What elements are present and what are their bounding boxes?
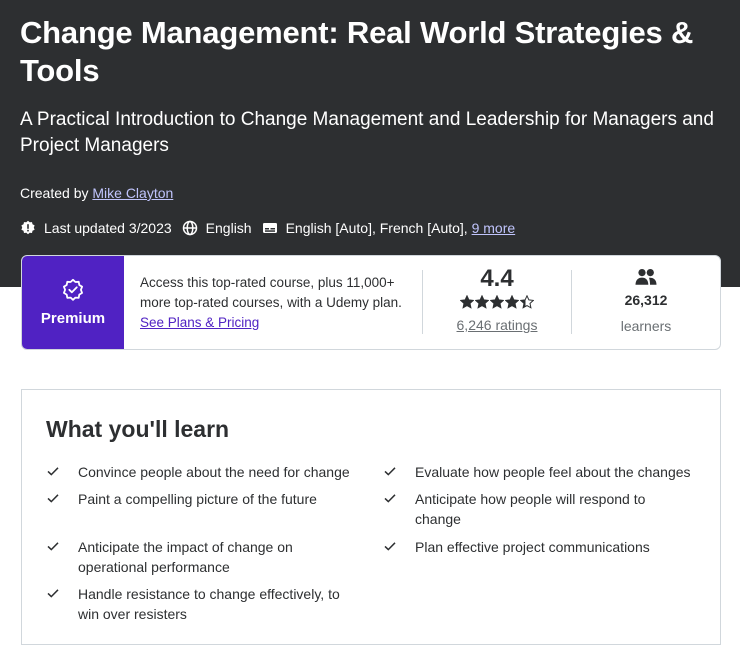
list-item: Anticipate how people will respond to ch… bbox=[383, 490, 683, 529]
globe-icon bbox=[182, 220, 197, 236]
check-icon bbox=[46, 490, 78, 511]
ratings-count-link[interactable]: 6,246 ratings bbox=[457, 317, 538, 333]
list-item: Handle resistance to change effectively,… bbox=[46, 585, 356, 624]
premium-badge: Premium bbox=[22, 256, 124, 349]
star-icon bbox=[519, 295, 534, 309]
language: English bbox=[182, 219, 252, 237]
list-item-text: Handle resistance to change effectively,… bbox=[78, 586, 340, 622]
premium-badge-icon bbox=[63, 278, 83, 301]
premium-plan-card: Premium Access this top-rated course, pl… bbox=[21, 255, 721, 350]
list-item-text: Plan effective project communications bbox=[415, 539, 650, 555]
star-icon bbox=[489, 295, 504, 309]
captions: English [Auto], French [Auto], 9 more bbox=[262, 219, 516, 237]
check-icon bbox=[46, 585, 78, 624]
list-item: Paint a compelling picture of the future bbox=[46, 490, 356, 511]
star-icon bbox=[504, 295, 519, 309]
list-item-text: Anticipate how people will respond to ch… bbox=[415, 491, 646, 527]
list-item-text: Paint a compelling picture of the future bbox=[78, 491, 317, 507]
list-item: Anticipate the impact of change on opera… bbox=[46, 538, 346, 577]
course-title: Change Management: Real World Strategies… bbox=[20, 15, 694, 88]
list-item-text: Anticipate the impact of change on opera… bbox=[78, 539, 293, 575]
learners-label: learners bbox=[620, 318, 672, 334]
check-icon bbox=[46, 463, 78, 484]
created-by-label: Created by bbox=[20, 185, 89, 201]
last-updated-text: Last updated 3/2023 bbox=[44, 220, 172, 236]
list-item: Evaluate how people feel about the chang… bbox=[383, 463, 703, 484]
users-icon bbox=[635, 269, 657, 285]
course-hero: Change Management: Real World Strategies… bbox=[0, 0, 740, 287]
premium-label: Premium bbox=[40, 310, 106, 327]
list-item-text: Convince people about the need for chang… bbox=[78, 464, 350, 480]
alert-badge-icon bbox=[21, 220, 35, 235]
captions-text: English [Auto], French [Auto], bbox=[285, 220, 468, 236]
learners-summary: 26,312 learners bbox=[572, 256, 720, 349]
list-item: Convince people about the need for chang… bbox=[46, 463, 356, 484]
star-icon bbox=[474, 295, 489, 309]
star-icon bbox=[459, 295, 474, 309]
instructor-link[interactable]: Mike Clayton bbox=[92, 185, 173, 201]
learners-count: 26,312 bbox=[624, 292, 668, 308]
check-icon bbox=[383, 538, 415, 559]
plan-description: Access this top-rated course, plus 11,00… bbox=[124, 256, 422, 349]
rating-stars bbox=[459, 295, 535, 309]
rating-summary: 4.4 6,246 ratings bbox=[423, 256, 571, 349]
check-icon bbox=[46, 538, 78, 577]
list-item: Plan effective project communications bbox=[383, 538, 703, 559]
list-item-text: Evaluate how people feel about the chang… bbox=[415, 464, 691, 480]
captions-more-link[interactable]: 9 more bbox=[472, 219, 516, 237]
course-subtitle: A Practical Introduction to Change Manag… bbox=[20, 109, 714, 156]
captions-icon bbox=[262, 223, 277, 233]
check-icon bbox=[383, 490, 415, 529]
what-youll-learn: What you'll learn Convince people about … bbox=[21, 389, 721, 645]
check-icon bbox=[383, 463, 415, 484]
course-meta: Last updated 3/2023 English English [Aut… bbox=[20, 219, 525, 237]
section-title: What you'll learn bbox=[46, 416, 230, 442]
language-text: English bbox=[205, 220, 252, 236]
last-updated: Last updated 3/2023 bbox=[20, 219, 172, 237]
rating-value: 4.4 bbox=[480, 265, 514, 292]
created-by: Created by Mike Clayton bbox=[20, 184, 173, 202]
plan-description-text: Access this top-rated course, plus 11,00… bbox=[140, 275, 402, 310]
see-plans-link[interactable]: See Plans & Pricing bbox=[140, 315, 259, 330]
